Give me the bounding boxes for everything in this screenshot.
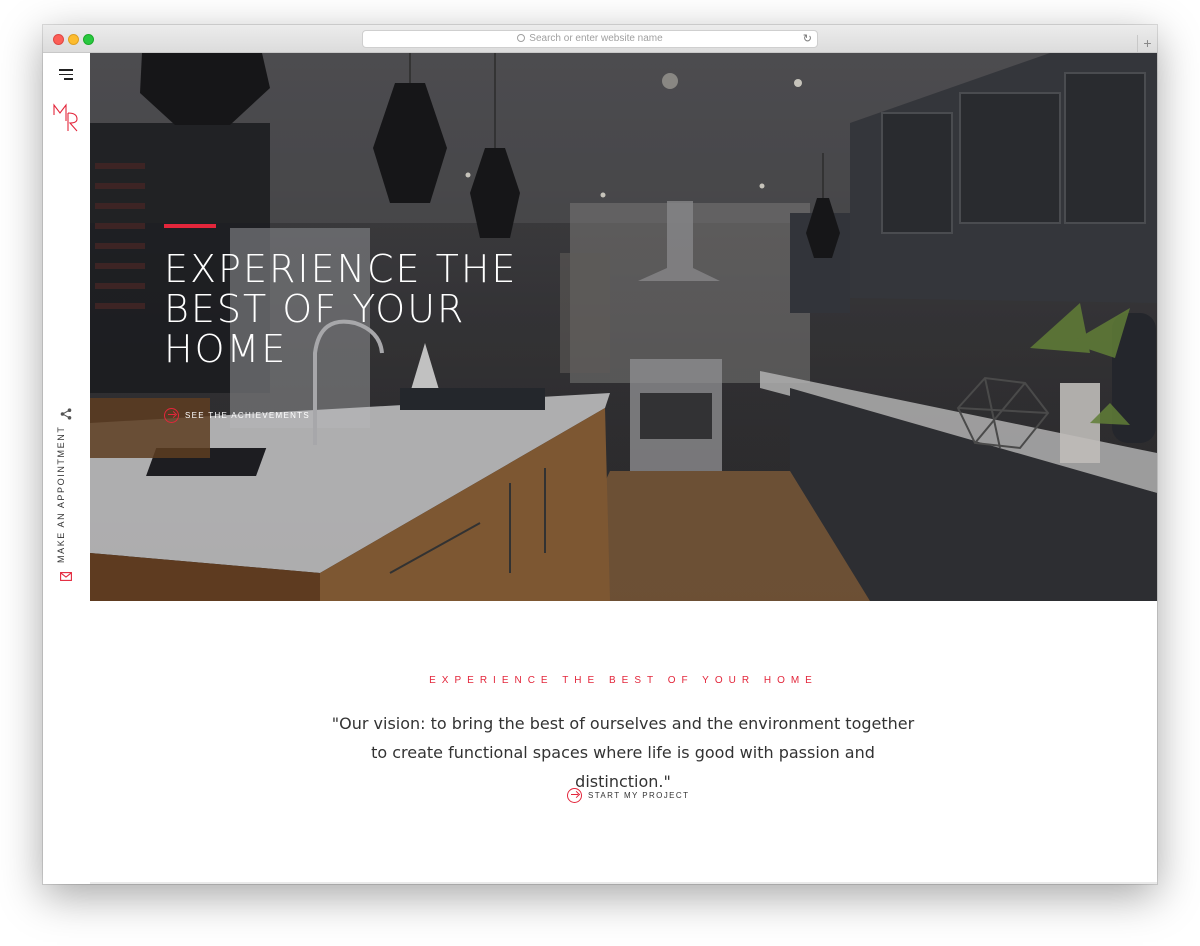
search-icon (517, 34, 526, 42)
hero-accent-bar (164, 224, 216, 228)
arrow-circle-icon (567, 787, 582, 803)
menu-icon[interactable] (59, 69, 73, 80)
start-project-button[interactable]: START MY PROJECT (567, 787, 689, 803)
start-project-label: START MY PROJECT (588, 790, 690, 800)
intro-eyebrow: EXPERIENCE THE BEST OF YOUR HOME (429, 675, 818, 686)
see-achievements-label: SEE THE ACHIEVEMENTS (185, 410, 310, 420)
see-achievements-button[interactable]: SEE THE ACHIEVEMENTS (164, 407, 310, 423)
mail-icon[interactable] (60, 572, 72, 581)
vision-quote: "Our vision: to bring the best of oursel… (331, 714, 915, 791)
browser-window: Search or enter website name ↻ + MAKE AN… (43, 25, 1157, 884)
hero-section: EXPERIENCE THE BEST OF YOUR HOME SEE THE… (90, 53, 1157, 601)
address-bar-placeholder: Search or enter website name (529, 33, 663, 44)
arrow-circle-icon (164, 407, 179, 423)
section-divider (90, 882, 1157, 884)
new-tab-button[interactable]: + (1137, 35, 1157, 53)
address-bar[interactable]: Search or enter website name ↻ (362, 30, 818, 48)
make-appointment-link[interactable]: MAKE AN APPOINTMENT (56, 426, 66, 563)
share-icon[interactable] (60, 408, 72, 420)
logo-icon[interactable] (52, 101, 80, 133)
sidebar: MAKE AN APPOINTMENT (43, 53, 90, 601)
close-window-button[interactable] (53, 34, 64, 45)
reload-icon[interactable]: ↻ (803, 31, 812, 47)
minimize-window-button[interactable] (68, 34, 79, 45)
hero-title: EXPERIENCE THE BEST OF YOUR HOME (164, 247, 518, 371)
browser-titlebar: Search or enter website name ↻ + (43, 25, 1157, 53)
intro-section: EXPERIENCE THE BEST OF YOUR HOME "Our vi… (90, 601, 1157, 884)
maximize-window-button[interactable] (83, 34, 94, 45)
